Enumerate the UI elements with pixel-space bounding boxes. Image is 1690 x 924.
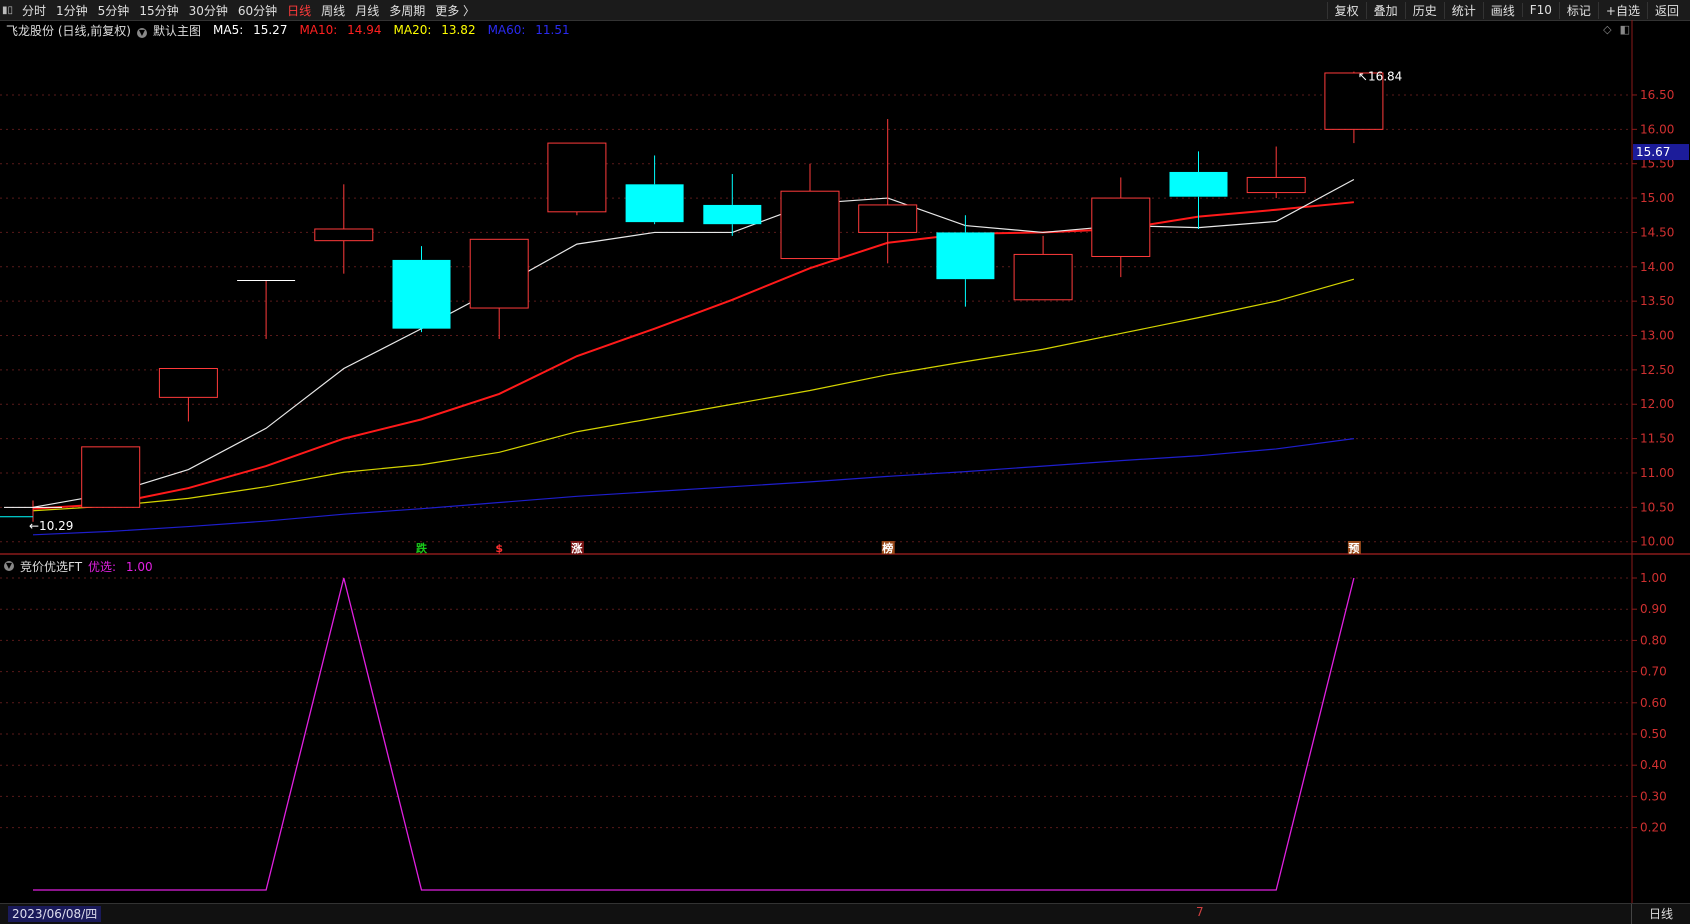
price-tick-label: 10.50 bbox=[1640, 500, 1674, 514]
chart-canvas[interactable]: 16.5016.0015.5015.0014.5014.0013.5013.00… bbox=[0, 0, 1690, 903]
candle-body bbox=[625, 184, 684, 223]
grid-lines bbox=[0, 94, 1632, 543]
indicator-tick-label: 0.60 bbox=[1640, 696, 1667, 710]
indicator-tick-label: 0.50 bbox=[1640, 727, 1667, 741]
candle-body bbox=[936, 232, 995, 280]
price-tick-label: 11.00 bbox=[1640, 466, 1674, 480]
marker-text: 涨 bbox=[571, 541, 582, 555]
indicator-panel: 1.00 0.90 0.80 0.70 0.60 0.50 0.40 0.30 0.20 bbox=[0, 571, 1667, 891]
price-tick-label: 13.50 bbox=[1640, 294, 1674, 308]
candle-body bbox=[81, 446, 141, 508]
marker-text: $ bbox=[495, 542, 503, 555]
indicator-tick-label: 0.80 bbox=[1640, 633, 1667, 647]
marker-text: 预 bbox=[1348, 541, 1359, 555]
indicator-line bbox=[33, 577, 1355, 891]
month-mark: 7 bbox=[1196, 905, 1204, 919]
signal-markers: 跌 $ 涨 榜 预 bbox=[416, 541, 1361, 555]
candle-body bbox=[547, 142, 607, 213]
price-tick-label: 15.00 bbox=[1640, 191, 1674, 205]
price-tick-label: 14.50 bbox=[1640, 225, 1674, 239]
candle-body bbox=[392, 259, 451, 329]
price-axis: 16.5016.0015.5015.0014.5014.0013.5013.00… bbox=[0, 20, 1690, 903]
candle-body bbox=[1091, 197, 1151, 257]
price-tick-label: 16.00 bbox=[1640, 122, 1674, 136]
price-tick-label: 11.50 bbox=[1640, 432, 1674, 446]
candle-body bbox=[1013, 253, 1073, 301]
candle-body bbox=[1246, 176, 1306, 194]
marker-text: 跌 bbox=[416, 541, 428, 555]
price-tick-label: 13.00 bbox=[1640, 329, 1674, 343]
price-tick-label: 12.50 bbox=[1640, 363, 1674, 377]
candle-body bbox=[469, 238, 529, 309]
indicator-tick-label: 0.70 bbox=[1640, 665, 1667, 679]
low-price-label: ←10.29 bbox=[29, 519, 73, 533]
indicator-tick-label: 0.20 bbox=[1640, 821, 1667, 835]
candle-body bbox=[1169, 171, 1228, 197]
moving-average-lines bbox=[32, 178, 1355, 536]
period-button[interactable]: 日线 bbox=[1631, 904, 1690, 924]
candle-body bbox=[780, 190, 840, 260]
price-tick-label: 16.50 bbox=[1640, 88, 1674, 102]
candle-body bbox=[858, 204, 918, 233]
price-tick-label: 14.00 bbox=[1640, 260, 1674, 274]
price-tick-label: 10.00 bbox=[1640, 535, 1674, 549]
marker-text: 榜 bbox=[882, 541, 893, 555]
indicator-tick-label: 1.00 bbox=[1640, 571, 1667, 585]
candle-body bbox=[314, 228, 374, 242]
indicator-tick-label: 0.90 bbox=[1640, 602, 1667, 616]
candle-body bbox=[158, 368, 218, 398]
candle-body bbox=[703, 204, 762, 225]
price-tick-label: 12.00 bbox=[1640, 397, 1674, 411]
time-axis-bar: 2023/06/08/四 7 日线 bbox=[0, 903, 1690, 924]
current-price-label: 15.67 bbox=[1636, 145, 1670, 159]
indicator-tick-label: 0.40 bbox=[1640, 758, 1667, 772]
indicator-tick-label: 0.30 bbox=[1640, 789, 1667, 803]
cursor-date: 2023/06/08/四 bbox=[8, 906, 102, 922]
high-price-label: ↖16.84 bbox=[1358, 70, 1402, 84]
ma60-line bbox=[32, 438, 1354, 536]
ma10-line bbox=[32, 201, 1354, 510]
